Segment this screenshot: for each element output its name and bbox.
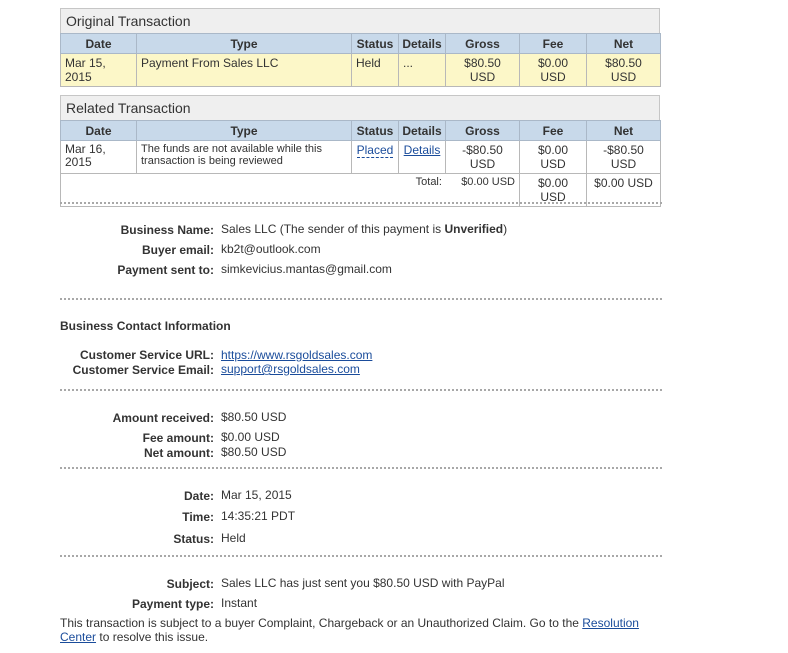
cell-gross: -$80.50 USD [445, 140, 520, 174]
date-label: Date: [183, 489, 214, 503]
notice-text-end: to resolve this issue. [96, 630, 209, 644]
payment-sent-to-label: Payment sent to: [117, 263, 214, 277]
buyer-email-label: Buyer email: [141, 243, 214, 257]
divider [60, 555, 662, 557]
col-header-fee: Fee [519, 33, 587, 54]
subject-value: Sales LLC has just sent you $80.50 USD w… [221, 576, 505, 590]
table-header-row: Date Type Status Details Gross Fee Net [60, 120, 661, 141]
fee-amount-label: Fee amount: [142, 431, 214, 445]
status-placed-link[interactable]: Placed [356, 143, 394, 158]
fee-amount-value: $0.00 USD [221, 430, 280, 444]
total-gross: $0.00 USD [461, 176, 515, 188]
payment-type-value: Instant [221, 596, 258, 610]
cell-details: Details [398, 140, 446, 174]
cell-type: Payment From Sales LLC [136, 53, 352, 87]
cell-fee: $0.00 USD [519, 140, 587, 174]
business-name-label: Business Name: [120, 223, 214, 237]
customer-service-url-value: https://www.rsgoldsales.com [221, 348, 372, 362]
net-amount-label: Net amount: [144, 446, 214, 460]
col-header-date: Date [60, 120, 137, 141]
subject-label: Subject: [166, 577, 214, 591]
total-label-text: Total: [415, 176, 442, 188]
col-header-type: Type [136, 120, 352, 141]
original-transaction-title: Original Transaction [60, 8, 660, 33]
payment-type-label: Payment type: [131, 597, 214, 611]
cell-details: ... [398, 53, 446, 87]
col-header-status: Status [351, 33, 399, 54]
customer-service-email-label: Customer Service Email: [72, 363, 214, 377]
table-row: Mar 15, 2015 Payment From Sales LLC Held… [60, 53, 661, 87]
status-value: Held [221, 531, 246, 545]
related-transaction-table: Date Type Status Details Gross Fee Net M… [60, 120, 661, 207]
divider [60, 389, 662, 391]
col-header-details: Details [398, 120, 446, 141]
cell-net: $80.50 USD [586, 53, 661, 87]
net-amount-value: $80.50 USD [221, 445, 287, 459]
col-header-gross: Gross [445, 120, 520, 141]
business-name-text: Sales LLC (The sender of this payment is [221, 222, 445, 236]
notice-text: This transaction is subject to a buyer C… [60, 616, 583, 630]
col-header-status: Status [351, 120, 399, 141]
business-contact-heading: Business Contact Information [60, 319, 231, 333]
related-transaction-section: Related Transaction Date Type Status Det… [60, 95, 661, 207]
customer-service-email-value: support@rsgoldsales.com [221, 362, 360, 376]
customer-service-email-link[interactable]: support@rsgoldsales.com [221, 362, 360, 376]
cell-fee: $0.00 USD [519, 53, 587, 87]
time-label: Time: [182, 510, 214, 524]
details-link[interactable]: Details [404, 143, 441, 157]
customer-service-url-link[interactable]: https://www.rsgoldsales.com [221, 348, 372, 362]
col-header-net: Net [586, 33, 661, 54]
col-header-net: Net [586, 120, 661, 141]
col-header-fee: Fee [519, 120, 587, 141]
col-header-details: Details [398, 33, 446, 54]
date-value: Mar 15, 2015 [221, 488, 292, 502]
cell-status: Held [351, 53, 399, 87]
amount-received-value: $80.50 USD [221, 410, 287, 424]
col-header-date: Date [60, 33, 137, 54]
original-transaction-table: Date Type Status Details Gross Fee Net M… [60, 33, 661, 87]
resolution-notice: This transaction is subject to a buyer C… [60, 616, 660, 644]
table-row: Mar 16, 2015 The funds are not available… [60, 140, 661, 174]
divider [60, 202, 662, 204]
cell-net: -$80.50 USD [586, 140, 661, 174]
business-name-close: ) [503, 222, 508, 236]
divider [60, 467, 662, 469]
amount-received-label: Amount received: [112, 411, 214, 425]
buyer-email-value: kb2t@outlook.com [221, 242, 321, 256]
table-header-row: Date Type Status Details Gross Fee Net [60, 33, 661, 54]
verification-status: Unverified [444, 222, 504, 236]
cell-gross: $80.50 USD [445, 53, 520, 87]
cell-type: The funds are not available while this t… [136, 140, 352, 174]
payment-sent-to-value: simkevicius.mantas@gmail.com [221, 262, 392, 276]
cell-status: Placed [351, 140, 399, 174]
customer-service-url-label: Customer Service URL: [79, 348, 214, 362]
time-value: 14:35:21 PDT [221, 509, 296, 523]
business-name-value: Sales LLC (The sender of this payment is… [221, 222, 507, 236]
cell-date: Mar 15, 2015 [60, 53, 137, 87]
original-transaction-section: Original Transaction Date Type Status De… [60, 8, 661, 87]
related-transaction-title: Related Transaction [60, 95, 660, 120]
status-label: Status: [173, 532, 214, 546]
cell-date: Mar 16, 2015 [60, 140, 137, 174]
divider [60, 298, 662, 300]
col-header-gross: Gross [445, 33, 520, 54]
col-header-type: Type [136, 33, 352, 54]
